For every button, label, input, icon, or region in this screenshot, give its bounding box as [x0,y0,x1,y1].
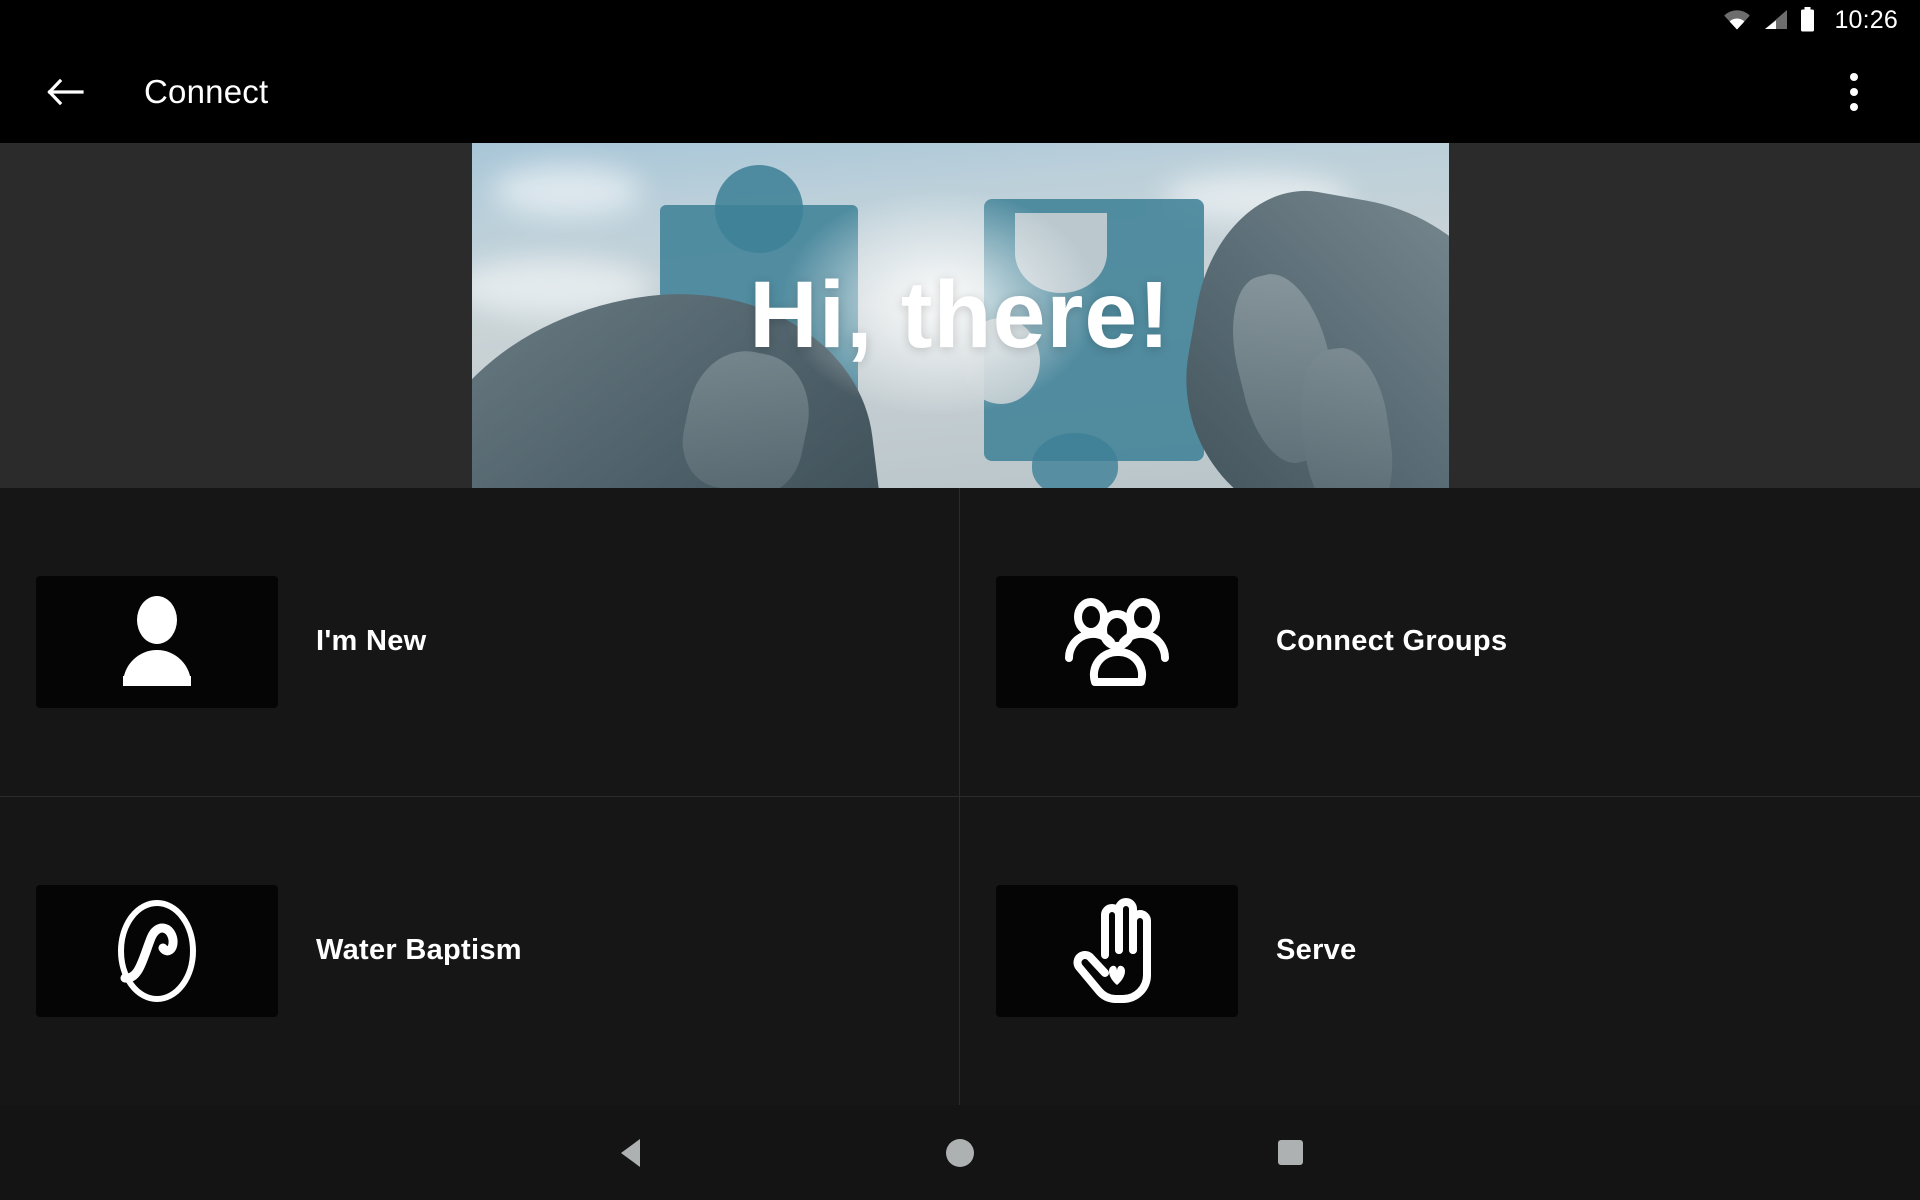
menu-item-label: Water Baptism [316,934,522,967]
people-group-icon [1064,597,1170,686]
app-screen: 10:26 Connect Hi, there! I'm New Connect… [0,0,1920,1200]
more-vertical-icon[interactable] [1826,59,1882,125]
app-bar: Connect [0,40,1920,144]
recents-square-shape [1277,1140,1303,1165]
back-triangle-icon[interactable] [545,1105,715,1200]
home-circle-shape [946,1138,974,1167]
wifi-icon [1722,8,1752,32]
menu-dot [1850,73,1858,81]
menu-item-connect-groups[interactable]: Connect Groups [960,488,1920,797]
menu-item-label: I'm New [316,625,427,658]
menu-item-im-new[interactable]: I'm New [0,488,960,797]
page-title: Connect [144,73,269,110]
menu-item-label: Serve [1276,934,1357,967]
menu-item-icon-tile [996,575,1238,708]
back-triangle-shape [620,1138,640,1167]
status-bar: 10:26 [0,0,1920,40]
menu-item-icon-tile [996,884,1238,1017]
person-icon [123,595,191,686]
hand-heart-icon [1073,897,1151,1003]
status-bar-clock: 10:26 [1834,5,1898,34]
water-wave-circle-icon [118,899,196,1002]
recents-square-icon[interactable] [1205,1105,1375,1200]
menu-dot [1850,103,1858,111]
hero-banner-image[interactable]: Hi, there! [471,143,1449,488]
home-circle-icon[interactable] [875,1105,1045,1200]
menu-item-icon-tile [36,884,278,1017]
connect-menu-grid: I'm New Connect Groups Water Baptism Ser… [0,488,1920,1105]
battery-icon [1799,7,1816,33]
cellular-signal-icon [1762,8,1789,32]
hero-banner-container: Hi, there! [0,143,1920,488]
android-navigation-bar [0,1105,1920,1200]
menu-item-serve[interactable]: Serve [960,797,1920,1106]
hero-headline: Hi, there! [749,262,1171,368]
menu-item-water-baptism[interactable]: Water Baptism [0,796,960,1105]
menu-item-icon-tile [36,575,278,708]
back-arrow-icon[interactable] [33,59,99,125]
menu-item-label: Connect Groups [1276,625,1508,658]
menu-dot [1850,88,1858,96]
